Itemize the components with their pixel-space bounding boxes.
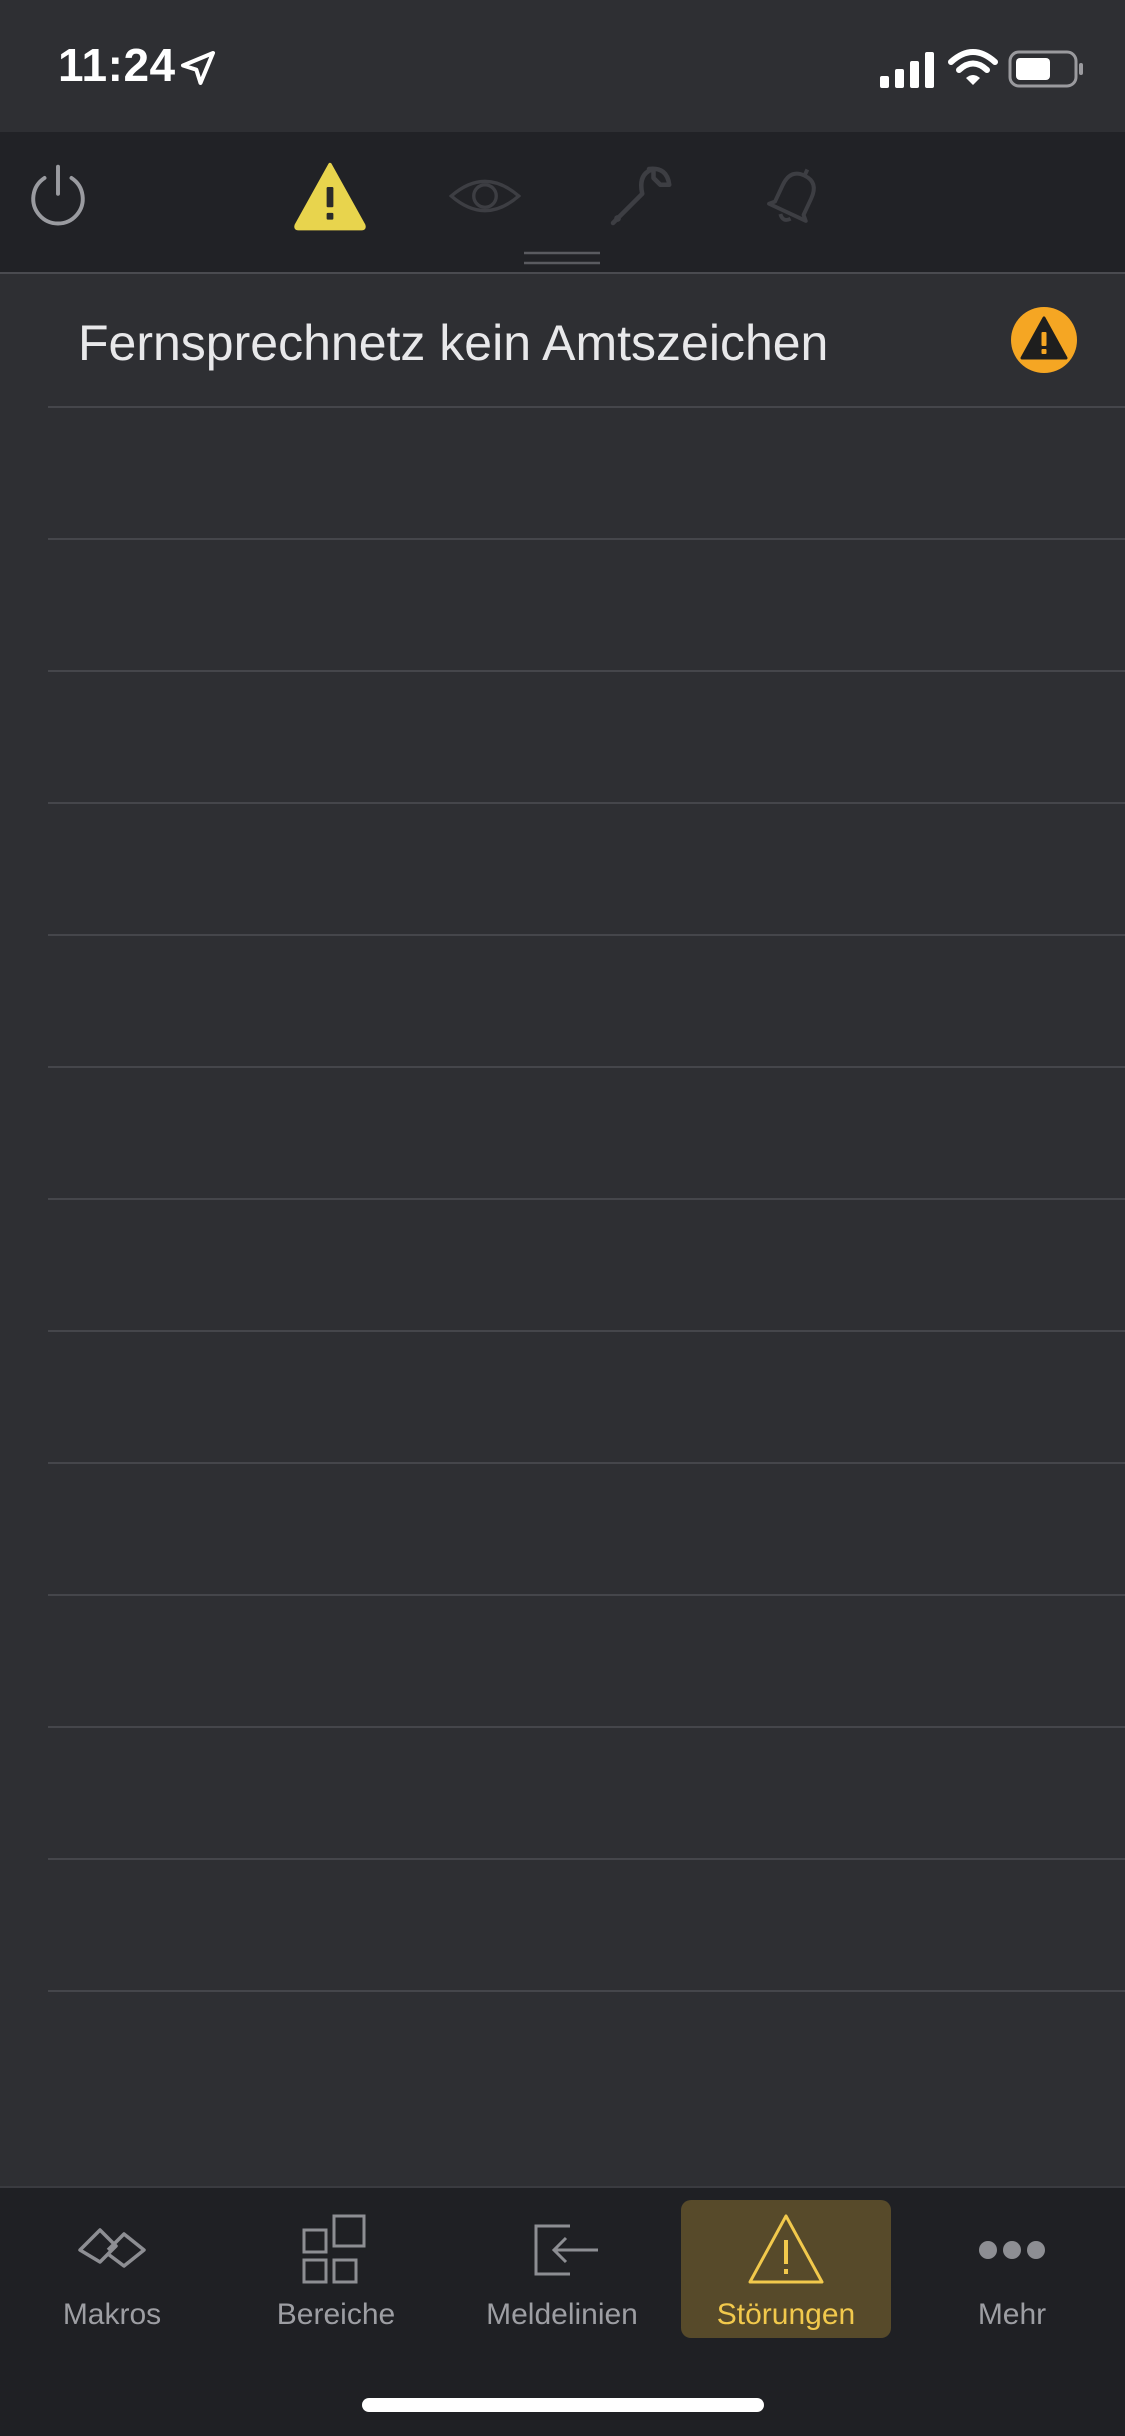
drag-handle-icon[interactable] [524, 250, 600, 266]
warning-badge-icon [1011, 307, 1077, 373]
tab-bereiche[interactable]: Bereiche [231, 2200, 441, 2338]
empty-row [48, 936, 1125, 1068]
tab-mehr[interactable]: Mehr [907, 2200, 1117, 2338]
empty-row [48, 1068, 1125, 1200]
tab-meldelinien[interactable]: Meldelinien [457, 2200, 667, 2338]
maintenance-filter-button[interactable] [602, 158, 678, 234]
empty-row [48, 408, 1125, 540]
more-dots-icon [979, 2241, 1045, 2259]
list-item[interactable]: Fernsprechnetz kein Amtszeichen [48, 276, 1125, 408]
power-icon [31, 164, 85, 226]
empty-row [48, 1200, 1125, 1332]
wrench-icon [610, 166, 672, 226]
empty-row [48, 672, 1125, 804]
status-time: 11:24 [58, 39, 176, 91]
battery-icon [1008, 50, 1083, 88]
macros-icon [78, 2228, 146, 2268]
wifi-icon [948, 49, 998, 85]
app-screen: 11:24 Fernsprechnetz kein Amtszeichen Ma… [0, 0, 1125, 2436]
tab-label: Bereiche [276, 2298, 396, 2331]
tab-stoerungen[interactable]: Störungen [681, 2200, 891, 2338]
warning-icon [748, 2214, 824, 2284]
signal-lines-icon [534, 2224, 598, 2276]
tab-makros[interactable]: Makros [7, 2200, 217, 2338]
tab-label: Makros [62, 2298, 162, 2331]
empty-row [48, 540, 1125, 672]
tab-label: Mehr [977, 2298, 1047, 2331]
power-button[interactable] [20, 158, 96, 234]
empty-row [48, 804, 1125, 936]
status-bar: 11:24 [0, 0, 1125, 132]
empty-row [48, 1728, 1125, 1860]
empty-row [48, 1596, 1125, 1728]
warning-icon [294, 162, 366, 231]
view-filter-button[interactable] [447, 158, 523, 234]
empty-row [48, 1332, 1125, 1464]
tab-label: Meldelinien [486, 2298, 638, 2331]
cellular-signal-icon [880, 52, 934, 88]
eye-icon [449, 179, 521, 213]
fault-label: Fernsprechnetz kein Amtszeichen [78, 315, 829, 371]
location-arrow-icon [181, 51, 215, 85]
faults-list: Fernsprechnetz kein Amtszeichen [0, 276, 1125, 2186]
bell-icon [767, 168, 816, 223]
empty-row [48, 1464, 1125, 1596]
home-indicator [362, 2398, 764, 2412]
tab-label: Störungen [716, 2298, 856, 2331]
areas-grid-icon [302, 2214, 366, 2284]
faults-filter-button[interactable] [292, 158, 368, 234]
empty-row [48, 1860, 1125, 1992]
alarm-filter-button[interactable] [757, 158, 833, 234]
filter-toolbar [0, 132, 1125, 274]
